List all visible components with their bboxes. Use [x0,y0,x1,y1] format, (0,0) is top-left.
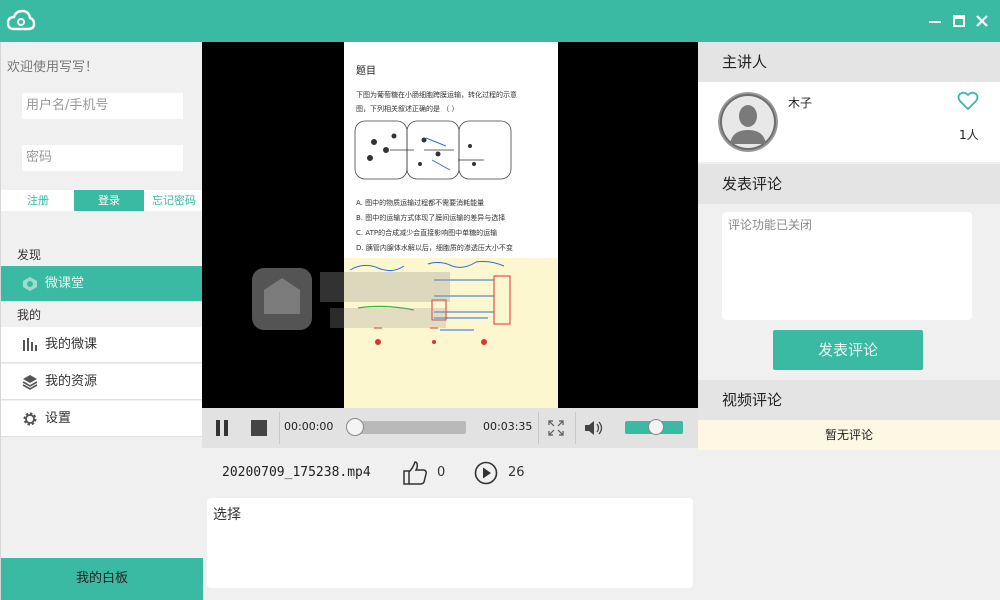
minimize-icon[interactable] [926,12,944,30]
progress-bar[interactable] [348,421,466,434]
pause-icon[interactable] [216,420,230,436]
close-icon[interactable] [973,12,991,30]
app-window: 欢迎使用写写！ 用户名/手机号 密码 注册 登录 忘记密码 发现 微课堂 我的 … [0,0,1000,600]
volume-handle[interactable] [648,419,665,435]
section-discover: 发现 [17,248,42,262]
sidebar-item-label: 我的微课 [45,337,98,352]
volume-icon[interactable] [584,419,604,437]
micro-class-icon [23,277,37,291]
play-circle-icon[interactable] [474,461,498,485]
forgot-password-link[interactable]: 忘记密码 [145,190,203,211]
doc-line: B. 图中的运输方式体现了膜间运输的差异与选择 [356,214,506,222]
section-mine: 我的 [17,308,42,322]
doc-line: D. 胰管内腺体水解以后，细胞质的渗透压大小不变 [356,244,513,252]
player-controls: 00:00:00 00:03:35 [202,408,698,448]
sidebar-item-my-resources[interactable]: 我的资源 [1,364,203,400]
cloud-icon [6,9,36,31]
fullscreen-icon[interactable] [548,420,564,436]
sidebar-item-my-lessons[interactable]: 我的微课 [1,327,203,363]
watermark-logo [252,268,450,330]
no-comments-message: 暂无评论 [698,420,1000,450]
auth-row: 注册 登录 忘记密码 [1,190,203,211]
post-comment-header: 发表评论 [698,164,1000,204]
file-name: 20200709_175238.mp4 [222,465,371,480]
doc-line: A. 图中的物质运输过程都不需要消耗能量 [356,199,485,207]
bars-icon [23,338,37,351]
doc-line: 下图为葡萄糖在小肠细胞跨膜运输，转化过程的示意 [356,91,517,99]
plays-count: 26 [508,465,525,480]
likes-count: 0 [437,465,446,480]
doc-line: 图，下列相关叙述正确的是 （ ） [356,105,459,113]
video-frame-document: 题目 下图为葡萄糖在小肠细胞跨膜运输，转化过程的示意 图，下列相关叙述正确的是 … [344,42,558,408]
doc-line: C. ATP的合成减少会直接影响图中单糖的运输 [356,229,498,237]
current-time: 00:00:00 [284,420,334,433]
my-whiteboard-button[interactable]: 我的白板 [1,558,203,600]
sidebar-item-settings[interactable]: 设置 [1,401,203,437]
welcome-text: 欢迎使用写写！ [7,60,99,75]
sidebar-item-label: 我的资源 [45,374,98,389]
avatar [718,92,778,152]
password-input[interactable]: 密码 [22,145,183,171]
divider [279,412,280,444]
register-button[interactable]: 注册 [3,190,73,211]
fans-count: 1人 [959,128,979,142]
layers-icon [22,375,38,390]
sidebar-item-label: 设置 [45,411,72,426]
video-player[interactable]: 题目 下图为葡萄糖在小肠细胞跨膜运输，转化过程的示意 图，下列相关叙述正确的是 … [202,42,698,408]
gear-icon [23,412,37,426]
heart-icon[interactable] [957,91,979,111]
lecturer-name: 木子 [788,96,813,110]
username-input[interactable]: 用户名/手机号 [22,93,183,119]
video-info: 20200709_175238.mp4 0 26 [202,448,698,498]
video-comments-header: 视频评论 [698,380,1000,420]
divider [575,412,576,444]
lecturer-card: 木子 1人 [698,82,1000,162]
login-button[interactable]: 登录 [74,190,144,211]
sidebar-item-micro-class[interactable]: 微课堂 [1,266,203,302]
thumbs-up-icon[interactable] [402,460,428,486]
sidebar: 欢迎使用写写！ 用户名/手机号 密码 注册 登录 忘记密码 发现 微课堂 我的 … [0,42,203,600]
maximize-icon[interactable] [950,12,968,30]
submit-comment-button[interactable]: 发表评论 [773,330,923,370]
progress-handle[interactable] [346,418,364,436]
divider [538,412,539,444]
total-time: 00:03:35 [483,420,533,433]
right-panel: 主讲人 木子 1人 发表评论 评论功能已关闭 发表评论 视频评论 暂无评论 [698,42,1000,600]
stop-icon[interactable] [251,420,267,436]
cell-diagram [354,120,512,180]
sidebar-item-label: 微课堂 [45,276,85,291]
lecturer-header: 主讲人 [698,42,1000,82]
video-description: 选择 [207,498,693,588]
title-bar [0,0,1000,42]
doc-title: 题目 [356,66,376,77]
comment-input[interactable]: 评论功能已关闭 [722,212,972,320]
